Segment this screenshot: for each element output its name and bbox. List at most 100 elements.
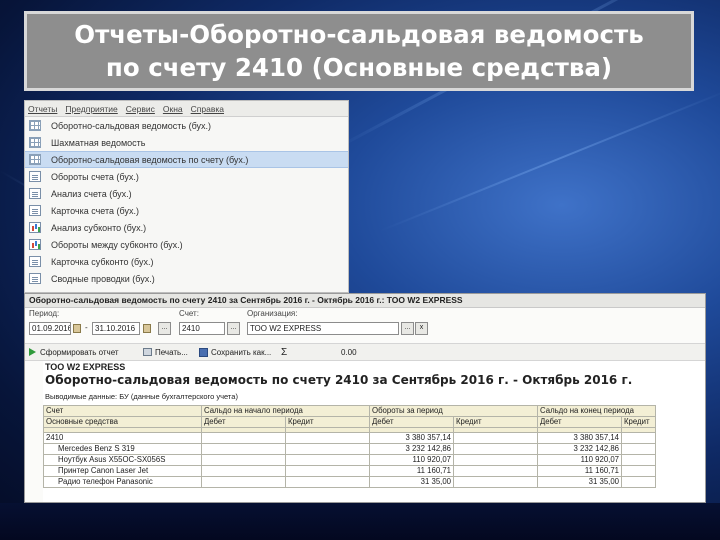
menu-item-subconto-analysis[interactable]: Анализ субконто (бух.) <box>25 219 348 236</box>
header-cell: Кредит <box>621 416 657 428</box>
org-select-button[interactable]: ... <box>401 322 414 335</box>
play-icon <box>29 348 36 356</box>
table-row[interactable]: 2410 3 380 357,14 3 380 357,14 <box>43 432 657 444</box>
account-select-button[interactable]: ... <box>227 322 240 335</box>
table-cell <box>452 432 539 444</box>
header-cell: Сальдо на конец периода <box>537 405 657 417</box>
doc-icon <box>29 188 41 199</box>
doc-icon <box>29 273 41 284</box>
menu-reports[interactable]: Отчеты <box>28 104 57 114</box>
menu-item-osv[interactable]: Оборотно-сальдовая ведомость (бух.) <box>25 117 348 134</box>
print-button[interactable]: Печать... <box>143 346 188 358</box>
generate-report-label: Сформировать отчет <box>40 347 119 357</box>
report-window: Оборотно-сальдовая ведомость по счету 24… <box>24 293 706 503</box>
param-row: 01.09.2016 - 31.10.2016 ... 2410 ... ТОО… <box>25 322 705 338</box>
sum-value: 0.00 <box>341 347 357 357</box>
report-toolbar: Сформировать отчет Печать... Сохранить к… <box>25 343 705 361</box>
menu-item-label: Карточка субконто (бух.) <box>51 256 154 267</box>
table-cell <box>285 443 370 455</box>
menu-bar: Отчеты Предприятие Сервис Окна Справка <box>25 101 348 117</box>
slide-title: Отчеты-Оборотно-сальдовая ведомость по с… <box>74 18 643 84</box>
menu-item-account-analysis[interactable]: Анализ счета (бух.) <box>25 185 348 202</box>
table-cell: Принтер Canon Laser Jet <box>43 465 202 477</box>
background-streak <box>379 87 720 232</box>
org-clear-button[interactable]: x <box>415 322 428 335</box>
table-cell: 110 920,07 <box>369 454 454 466</box>
date-to-field[interactable]: 31.10.2016 <box>92 322 140 335</box>
table-cell <box>285 454 370 466</box>
table-cell <box>201 454 286 466</box>
save-as-label: Сохранить как... <box>211 347 272 357</box>
account-field[interactable]: 2410 <box>179 322 225 335</box>
header-cell: Кредит <box>285 416 370 428</box>
chart-icon <box>29 222 41 233</box>
table-cell: 3 232 142,86 <box>369 443 454 455</box>
menu-item-account-turnover[interactable]: Обороты счета (бух.) <box>25 168 348 185</box>
org-field[interactable]: ТОО W2 EXPRESS <box>247 322 399 335</box>
slide-title-line2: по счету 2410 (Основные средства) <box>105 53 613 82</box>
period-select-button[interactable]: ... <box>158 322 171 335</box>
menu-item-label: Шахматная ведомость <box>51 137 146 148</box>
menu-windows[interactable]: Окна <box>163 104 183 114</box>
date-from-field[interactable]: 01.09.2016 <box>29 322 71 335</box>
menu-item-osv-account[interactable]: Оборотно-сальдовая ведомость по счету (б… <box>25 151 348 168</box>
bottom-band <box>0 503 720 540</box>
menu-help[interactable]: Справка <box>191 104 224 114</box>
report-org-name: ТОО W2 EXPRESS <box>45 362 126 372</box>
menu-item-label: Сводные проводки (бух.) <box>51 273 155 284</box>
table-cell <box>201 432 286 444</box>
slide-title-line1: Отчеты-Оборотно-сальдовая ведомость <box>74 20 644 49</box>
account-label: Счет: <box>179 309 199 318</box>
menu-item-label: Анализ счета (бух.) <box>51 188 132 199</box>
printer-icon <box>143 348 152 356</box>
chart-icon <box>29 239 41 250</box>
table-cell <box>452 465 539 477</box>
menu-service[interactable]: Сервис <box>126 104 155 114</box>
header-cell: Дебет <box>537 416 623 428</box>
table-cell <box>452 476 539 488</box>
table-row[interactable]: Mercedes Benz S 319 3 232 142,86 3 232 1… <box>43 443 657 455</box>
calendar-icon[interactable] <box>143 324 151 333</box>
header-cell: Основные средства <box>43 416 202 428</box>
print-label: Печать... <box>155 347 188 357</box>
menu-enterprise[interactable]: Предприятие <box>65 104 117 114</box>
table-cell <box>285 432 370 444</box>
table-cell <box>621 476 657 488</box>
menu-item-subconto-card[interactable]: Карточка субконто (бух.) <box>25 253 348 270</box>
header-cell: Дебет <box>201 416 286 428</box>
menu-item-account-card[interactable]: Карточка счета (бух.) <box>25 202 348 219</box>
calendar-icon[interactable] <box>73 324 81 333</box>
osv-table: Счет Сальдо на начало периода Обороты за… <box>43 405 657 488</box>
table-cell <box>201 443 286 455</box>
table-header-row: Счет Сальдо на начало периода Обороты за… <box>43 405 657 417</box>
table-cell <box>201 476 286 488</box>
table-cell <box>285 465 370 477</box>
menu-item-subconto-turnover[interactable]: Обороты между субконто (бух.) <box>25 236 348 253</box>
table-row[interactable]: Принтер Canon Laser Jet 11 160,71 11 160… <box>43 465 657 477</box>
menu-item-summary-entries[interactable]: Сводные проводки (бух.) <box>25 270 348 287</box>
menu-item-label: Анализ субконто (бух.) <box>51 222 147 233</box>
sigma-icon[interactable]: Σ <box>281 346 287 358</box>
save-as-button[interactable]: Сохранить как... <box>199 346 271 358</box>
slide-title-box: Отчеты-Оборотно-сальдовая ведомость по с… <box>24 11 694 91</box>
org-label: Организация: <box>247 309 298 318</box>
table-cell <box>621 443 657 455</box>
param-labels: Период: Счет: Организация: <box>25 309 705 319</box>
table-cell: 3 380 357,14 <box>537 432 623 444</box>
doc-icon <box>29 205 41 216</box>
table-cell: Ноутбук Asus X55OC-SX056S <box>43 454 202 466</box>
table-cell <box>621 432 657 444</box>
report-window-title: Оборотно-сальдовая ведомость по счету 24… <box>25 294 705 308</box>
table-cell <box>452 454 539 466</box>
table-cell: 31 35,00 <box>537 476 623 488</box>
menu-item-chess[interactable]: Шахматная ведомость <box>25 134 348 151</box>
table-row[interactable]: Радио телефон Panasonic 31 35,00 31 35,0… <box>43 476 657 488</box>
table-cell: Mercedes Benz S 319 <box>43 443 202 455</box>
generate-report-button[interactable]: Сформировать отчет <box>29 346 119 358</box>
table-row[interactable]: Ноутбук Asus X55OC-SX056S 110 920,07 110… <box>43 454 657 466</box>
reports-menu-list: Оборотно-сальдовая ведомость (бух.) Шахм… <box>25 117 348 287</box>
table-icon <box>29 120 41 131</box>
table-cell: 11 160,71 <box>369 465 454 477</box>
report-note: Выводимые данные: БУ (данные бухгалтерск… <box>45 392 238 401</box>
menu-item-label: Оборотно-сальдовая ведомость по счету (б… <box>51 154 249 165</box>
